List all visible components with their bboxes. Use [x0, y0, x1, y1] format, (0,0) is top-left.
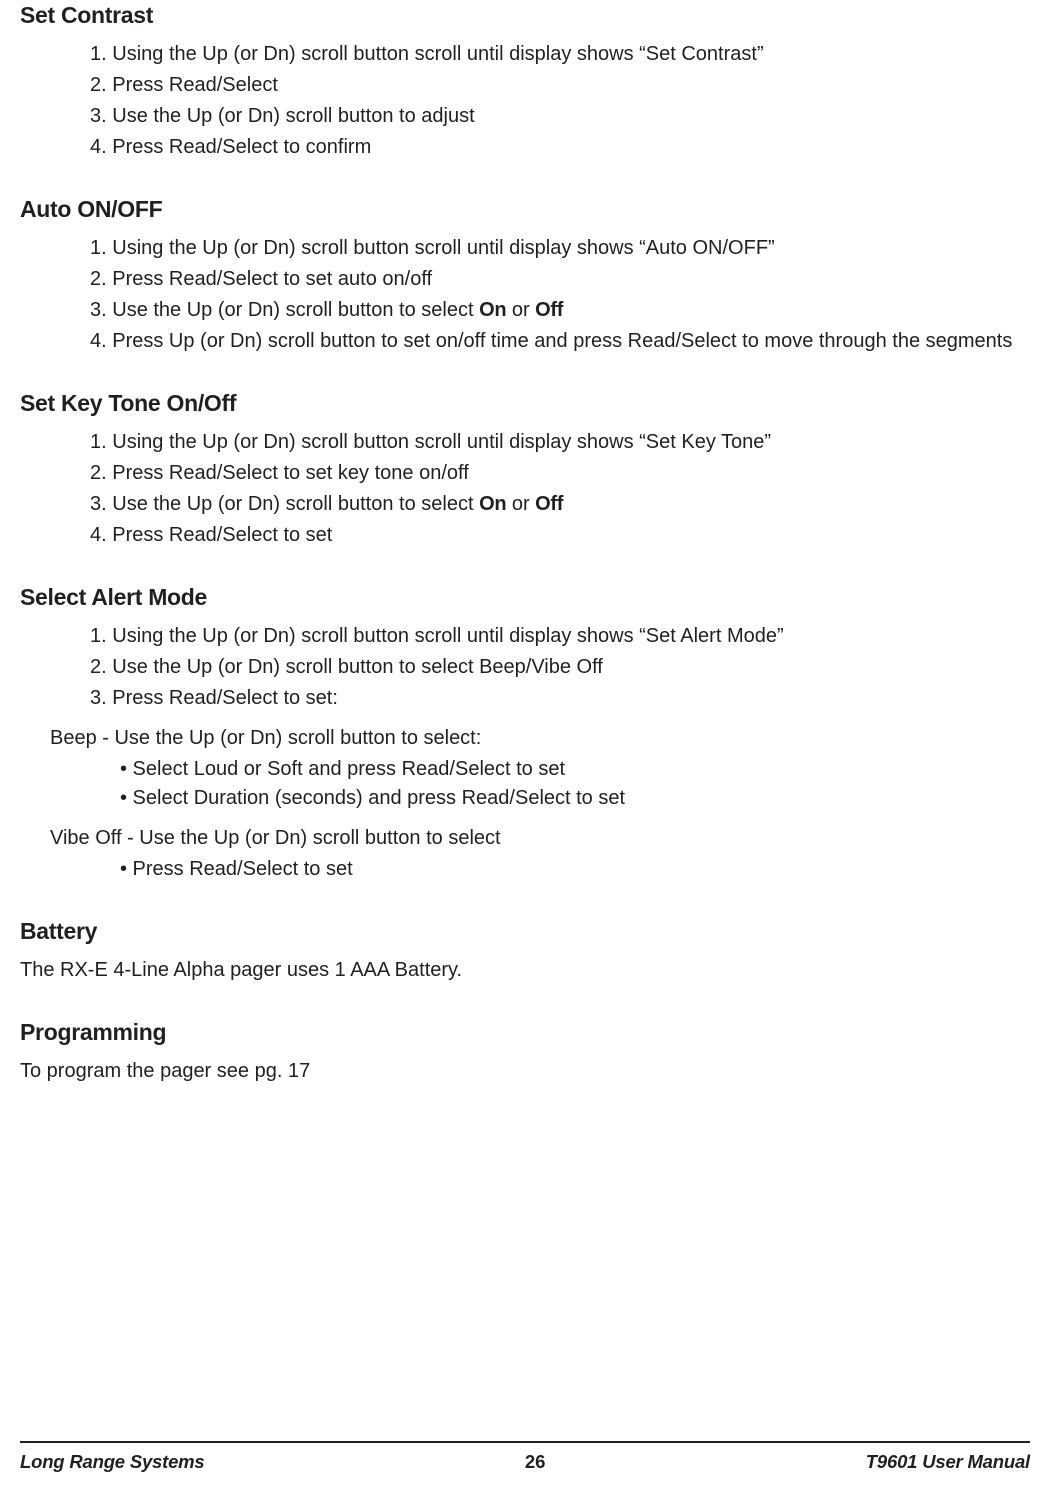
step-text: Press Read/Select to set:: [112, 687, 338, 709]
step: 4. Press Read/Select to confirm: [90, 132, 1030, 162]
page-footer: Long Range Systems 26 T9601 User Manual: [20, 1441, 1030, 1473]
step-text: Use the Up (or Dn) scroll button to sele…: [112, 493, 479, 515]
section-battery: Battery The RX-E 4-Line Alpha pager uses…: [20, 918, 1030, 985]
step-text: Using the Up (or Dn) scroll button scrol…: [112, 237, 774, 259]
steps-set-contrast: 1. Using the Up (or Dn) scroll button sc…: [20, 39, 1030, 162]
footer-right: T9601 User Manual: [866, 1451, 1030, 1473]
step: 1. Using the Up (or Dn) scroll button sc…: [90, 39, 1030, 69]
bold-on: On: [479, 299, 506, 321]
bold-off: Off: [535, 493, 563, 515]
step-text: Using the Up (or Dn) scroll button scrol…: [112, 431, 771, 453]
step: 2. Use the Up (or Dn) scroll button to s…: [90, 652, 1030, 682]
section-alert-mode: Select Alert Mode 1. Using the Up (or Dn…: [20, 584, 1030, 884]
section-set-contrast: Set Contrast 1. Using the Up (or Dn) scr…: [20, 2, 1030, 162]
section-auto-on-off: Auto ON/OFF 1. Using the Up (or Dn) scro…: [20, 196, 1030, 356]
footer-page-number: 26: [525, 1451, 546, 1473]
bullet: • Press Read/Select to set: [120, 855, 1030, 884]
step-text: Press Read/Select: [112, 74, 278, 96]
step-text: or: [506, 493, 535, 515]
heading-auto-on-off: Auto ON/OFF: [20, 196, 1030, 223]
vibe-intro: Vibe Off - Use the Up (or Dn) scroll but…: [20, 823, 1030, 853]
bullet: • Select Loud or Soft and press Read/Sel…: [120, 755, 1030, 784]
section-key-tone: Set Key Tone On/Off 1. Using the Up (or …: [20, 390, 1030, 550]
step: 3. Use the Up (or Dn) scroll button to s…: [90, 295, 1030, 325]
beep-bullets: • Select Loud or Soft and press Read/Sel…: [20, 755, 1030, 813]
programming-text: To program the pager see pg. 17: [20, 1056, 1030, 1086]
step-text: Press Read/Select to set key tone on/off: [112, 462, 469, 484]
bold-off: Off: [535, 299, 563, 321]
heading-set-contrast: Set Contrast: [20, 2, 1030, 29]
bold-on: On: [479, 493, 506, 515]
section-programming: Programming To program the pager see pg.…: [20, 1019, 1030, 1086]
step-text: Press Read/Select to confirm: [112, 136, 371, 158]
step-text: Use the Up (or Dn) scroll button to sele…: [112, 299, 479, 321]
step: 4. Press Read/Select to set: [90, 520, 1030, 550]
heading-programming: Programming: [20, 1019, 1030, 1046]
steps-alert-mode: 1. Using the Up (or Dn) scroll button sc…: [20, 621, 1030, 713]
step: 2. Press Read/Select to set key tone on/…: [90, 458, 1030, 488]
step-text: Use the Up (or Dn) scroll button to adju…: [112, 105, 474, 127]
bullet: • Select Duration (seconds) and press Re…: [120, 784, 1030, 813]
step-text: Use the Up (or Dn) scroll button to sele…: [112, 656, 603, 678]
step-text: or: [506, 299, 535, 321]
footer-left: Long Range Systems: [20, 1451, 205, 1473]
battery-text: The RX-E 4-Line Alpha pager uses 1 AAA B…: [20, 955, 1030, 985]
heading-alert-mode: Select Alert Mode: [20, 584, 1030, 611]
step-text: Press Up (or Dn) scroll button to set on…: [112, 330, 1012, 352]
step: 1. Using the Up (or Dn) scroll button sc…: [90, 427, 1030, 457]
step: 1. Using the Up (or Dn) scroll button sc…: [90, 233, 1030, 263]
steps-auto-on-off: 1. Using the Up (or Dn) scroll button sc…: [20, 233, 1030, 356]
step-text: Press Read/Select to set: [112, 524, 332, 546]
heading-battery: Battery: [20, 918, 1030, 945]
step-text: Using the Up (or Dn) scroll button scrol…: [112, 625, 783, 647]
step: 2. Press Read/Select to set auto on/off: [90, 264, 1030, 294]
step: 3. Use the Up (or Dn) scroll button to a…: [90, 101, 1030, 131]
heading-key-tone: Set Key Tone On/Off: [20, 390, 1030, 417]
step: 3. Press Read/Select to set:: [90, 683, 1030, 713]
step: 3. Use the Up (or Dn) scroll button to s…: [90, 489, 1030, 519]
step: 2. Press Read/Select: [90, 70, 1030, 100]
step: 4. Press Up (or Dn) scroll button to set…: [90, 326, 1030, 356]
beep-intro: Beep - Use the Up (or Dn) scroll button …: [20, 723, 1030, 753]
vibe-bullets: • Press Read/Select to set: [20, 855, 1030, 884]
step-text: Using the Up (or Dn) scroll button scrol…: [112, 43, 763, 65]
step-text: Press Read/Select to set auto on/off: [112, 268, 432, 290]
step: 1. Using the Up (or Dn) scroll button sc…: [90, 621, 1030, 651]
steps-key-tone: 1. Using the Up (or Dn) scroll button sc…: [20, 427, 1030, 550]
